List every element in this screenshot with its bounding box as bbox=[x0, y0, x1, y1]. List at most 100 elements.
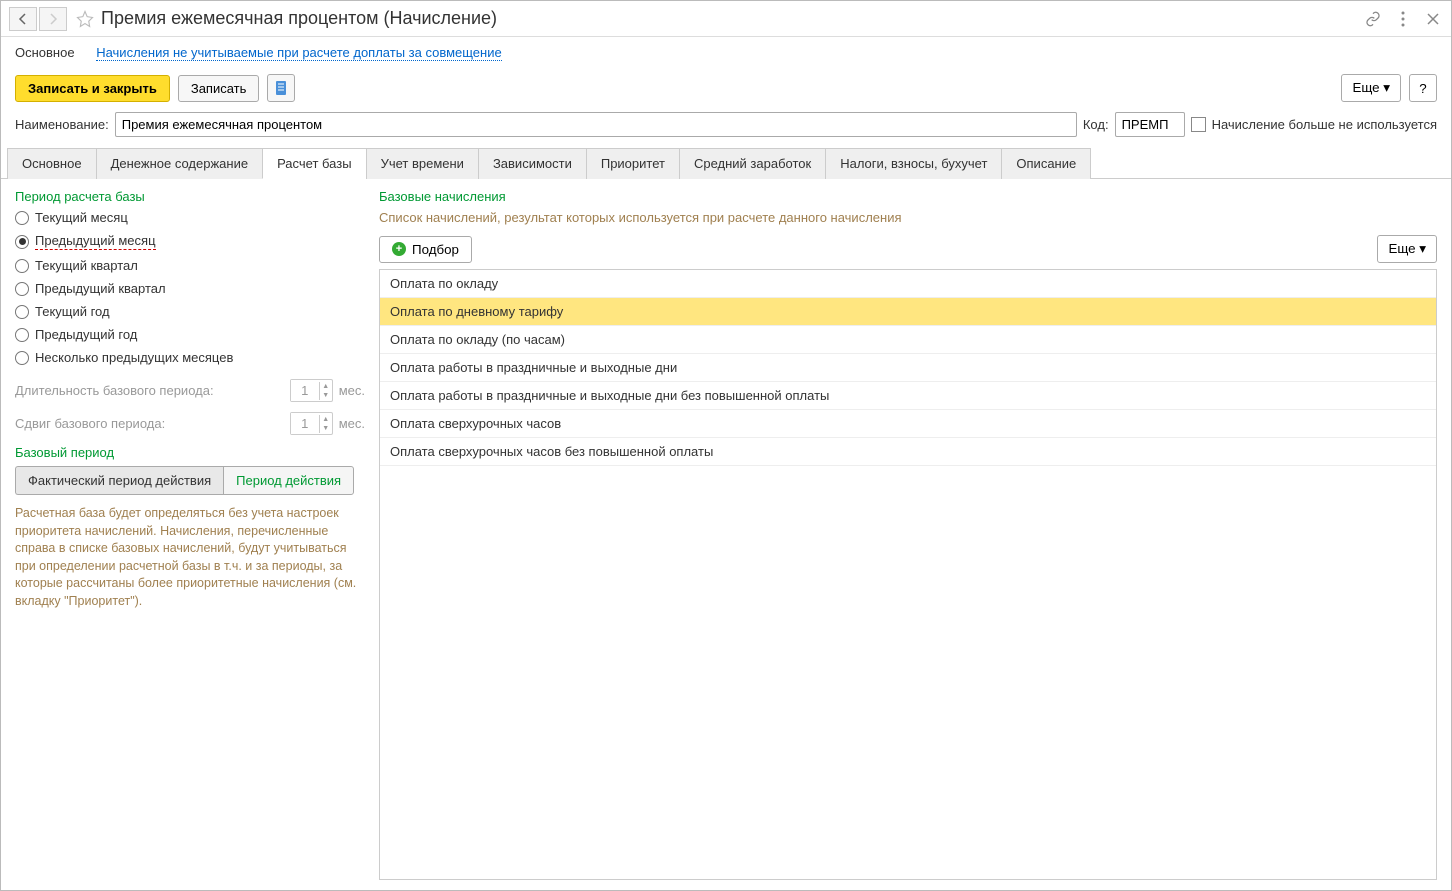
save-close-button[interactable]: Записать и закрыть bbox=[15, 75, 170, 102]
content: Период расчета базы Текущий месяц Предыду… bbox=[1, 179, 1451, 890]
radio-icon bbox=[15, 211, 29, 225]
plus-icon: + bbox=[392, 242, 406, 256]
tab-6[interactable]: Средний заработок bbox=[679, 148, 826, 179]
chevron-down-icon: ▾ bbox=[1383, 80, 1390, 95]
toggle-period[interactable]: Период действия bbox=[223, 466, 354, 495]
left-panel: Период расчета базы Текущий месяц Предыду… bbox=[15, 189, 365, 880]
grid-row[interactable]: Оплата сверхурочных часов bbox=[380, 410, 1436, 438]
tab-5[interactable]: Приоритет bbox=[586, 148, 680, 179]
radio-item-0[interactable]: Текущий месяц bbox=[15, 210, 365, 225]
radio-icon bbox=[15, 282, 29, 296]
grid-row[interactable]: Оплата по окладу bbox=[380, 270, 1436, 298]
duration-row: Длительность базового периода: ▲▼ мес. bbox=[15, 379, 365, 402]
radio-item-5[interactable]: Предыдущий год bbox=[15, 327, 365, 342]
tab-4[interactable]: Зависимости bbox=[478, 148, 587, 179]
radio-icon bbox=[15, 328, 29, 342]
radio-icon bbox=[15, 351, 29, 365]
grid-row[interactable]: Оплата сверхурочных часов без повышенной… bbox=[380, 438, 1436, 466]
up-icon[interactable]: ▲ bbox=[320, 415, 332, 424]
toggle-actual[interactable]: Фактический период действия bbox=[15, 466, 223, 495]
radio-label: Текущий год bbox=[35, 304, 110, 319]
grid[interactable]: Оплата по окладуОплата по дневному тариф… bbox=[379, 269, 1437, 880]
radio-label: Несколько предыдущих месяцев bbox=[35, 350, 233, 365]
info-text: Расчетная база будет определяться без уч… bbox=[15, 505, 365, 610]
shift-spinner[interactable]: ▲▼ bbox=[290, 412, 333, 435]
radio-item-1[interactable]: Предыдущий месяц bbox=[15, 233, 365, 250]
radio-item-4[interactable]: Текущий год bbox=[15, 304, 365, 319]
shift-label: Сдвиг базового периода: bbox=[15, 416, 284, 431]
unused-label: Начисление больше не используется bbox=[1212, 117, 1437, 132]
name-input[interactable] bbox=[115, 112, 1077, 137]
shift-input[interactable] bbox=[291, 413, 319, 434]
grid-row[interactable]: Оплата работы в праздничные и выходные д… bbox=[380, 382, 1436, 410]
toggle-group: Фактический период действия Период дейст… bbox=[15, 466, 365, 495]
titlebar: Премия ежемесячная процентом (Начисление… bbox=[1, 1, 1451, 37]
unused-checkbox[interactable] bbox=[1191, 117, 1206, 132]
form-row-name: Наименование: Код: Начисление больше не … bbox=[1, 108, 1451, 141]
window: Премия ежемесячная процентом (Начисление… bbox=[0, 0, 1452, 891]
duration-unit: мес. bbox=[339, 383, 365, 398]
radio-label: Предыдущий год bbox=[35, 327, 137, 342]
radio-item-2[interactable]: Текущий квартал bbox=[15, 258, 365, 273]
close-icon[interactable] bbox=[1423, 9, 1443, 29]
period-title: Период расчета базы bbox=[15, 189, 365, 204]
radio-item-3[interactable]: Предыдущий квартал bbox=[15, 281, 365, 296]
arrow-right-icon bbox=[47, 13, 59, 25]
duration-spinner[interactable]: ▲▼ bbox=[290, 379, 333, 402]
link-icon[interactable] bbox=[1363, 9, 1383, 29]
tab-2[interactable]: Расчет базы bbox=[262, 148, 367, 179]
radio-icon bbox=[15, 235, 29, 249]
radio-label: Предыдущий квартал bbox=[35, 281, 166, 296]
duration-input[interactable] bbox=[291, 380, 319, 401]
tab-7[interactable]: Налоги, взносы, бухучет bbox=[825, 148, 1002, 179]
add-label: Подбор bbox=[412, 242, 459, 257]
code-input[interactable] bbox=[1115, 112, 1185, 137]
radio-item-6[interactable]: Несколько предыдущих месяцев bbox=[15, 350, 365, 365]
radio-group: Текущий месяц Предыдущий месяц Текущий ква… bbox=[15, 210, 365, 365]
radio-label: Предыдущий месяц bbox=[35, 233, 156, 250]
grid-row[interactable]: Оплата по дневному тарифу bbox=[380, 298, 1436, 326]
tab-3[interactable]: Учет времени bbox=[366, 148, 479, 179]
main-link[interactable]: Основное bbox=[15, 45, 75, 60]
up-icon[interactable]: ▲ bbox=[320, 382, 332, 391]
code-label: Код: bbox=[1083, 117, 1109, 132]
duration-label: Длительность базового периода: bbox=[15, 383, 284, 398]
base-title: Базовый период bbox=[15, 445, 365, 460]
tab-8[interactable]: Описание bbox=[1001, 148, 1091, 179]
radio-label: Текущий месяц bbox=[35, 210, 128, 225]
down-icon[interactable]: ▼ bbox=[320, 424, 332, 433]
radio-icon bbox=[15, 305, 29, 319]
radio-label: Текущий квартал bbox=[35, 258, 138, 273]
right-panel: Базовые начисления Список начислений, ре… bbox=[379, 189, 1437, 880]
secondary-link[interactable]: Начисления не учитываемые при расчете до… bbox=[96, 45, 502, 61]
save-button[interactable]: Записать bbox=[178, 75, 260, 102]
base-calc-title: Базовые начисления bbox=[379, 189, 1437, 204]
link-bar: Основное Начисления не учитываемые при р… bbox=[1, 37, 1451, 68]
right-more-button[interactable]: Еще ▾ bbox=[1377, 235, 1437, 263]
name-label: Наименование: bbox=[15, 117, 109, 132]
base-calc-subtitle: Список начислений, результат которых исп… bbox=[379, 210, 1437, 225]
radio-icon bbox=[15, 259, 29, 273]
document-icon bbox=[274, 80, 288, 96]
down-icon[interactable]: ▼ bbox=[320, 391, 332, 400]
tab-0[interactable]: Основное bbox=[7, 148, 97, 179]
arrow-left-icon bbox=[17, 13, 29, 25]
forward-button[interactable] bbox=[39, 7, 67, 31]
menu-icon[interactable] bbox=[1393, 9, 1413, 29]
tab-1[interactable]: Денежное содержание bbox=[96, 148, 263, 179]
page-title: Премия ежемесячная процентом (Начисление… bbox=[101, 8, 1363, 29]
back-button[interactable] bbox=[9, 7, 37, 31]
grid-row[interactable]: Оплата работы в праздничные и выходные д… bbox=[380, 354, 1436, 382]
right-toolbar: + Подбор Еще ▾ bbox=[379, 235, 1437, 263]
document-icon-button[interactable] bbox=[267, 74, 295, 102]
grid-row[interactable]: Оплата по окладу (по часам) bbox=[380, 326, 1436, 354]
help-button[interactable]: ? bbox=[1409, 74, 1437, 102]
add-button[interactable]: + Подбор bbox=[379, 236, 472, 263]
tabs: ОсновноеДенежное содержаниеРасчет базыУч… bbox=[1, 147, 1451, 179]
shift-unit: мес. bbox=[339, 416, 365, 431]
shift-row: Сдвиг базового периода: ▲▼ мес. bbox=[15, 412, 365, 435]
toolbar: Записать и закрыть Записать Еще ▾ ? bbox=[1, 68, 1451, 108]
star-icon[interactable] bbox=[73, 7, 97, 31]
chevron-down-icon: ▾ bbox=[1419, 241, 1426, 256]
more-button[interactable]: Еще ▾ bbox=[1341, 74, 1401, 102]
